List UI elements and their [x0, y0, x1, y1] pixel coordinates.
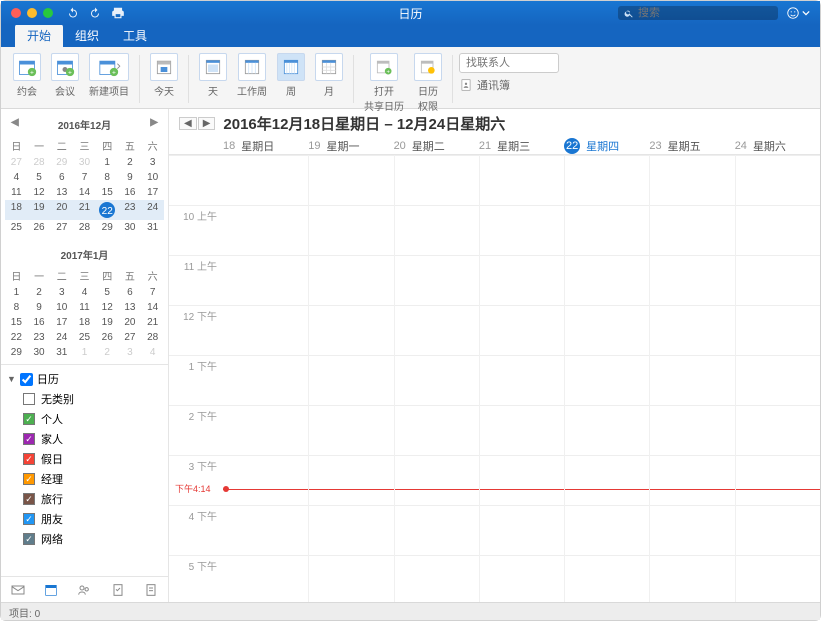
calendar-category[interactable]: ✓假日: [1, 449, 168, 469]
calendar-nav-icon[interactable]: [40, 580, 62, 600]
find-contact-input[interactable]: [459, 53, 559, 73]
workweek-view-button[interactable]: 工作周: [233, 51, 271, 100]
calendar-category[interactable]: ✓旅行: [1, 489, 168, 509]
date-range-title: 2016年12月18日星期日 – 12月24日星期六: [223, 113, 505, 134]
day-header[interactable]: 19星期一: [308, 138, 393, 154]
mini-calendar-1[interactable]: ◀ 2016年12月 ▶ 日一二三四五六27282930123456789101…: [1, 109, 168, 239]
day-header[interactable]: 24星期六: [735, 138, 820, 154]
calendar-category[interactable]: ✓网络: [1, 529, 168, 549]
search-box[interactable]: [618, 6, 778, 20]
permissions-button[interactable]: 日历 权限: [410, 51, 446, 115]
new-item-button[interactable]: + 新建项目: [85, 51, 133, 100]
calendar-root[interactable]: ▼ 日历: [1, 369, 168, 389]
next-month-icon[interactable]: ▶: [150, 117, 158, 128]
today-button[interactable]: 今天: [146, 51, 182, 100]
month-view-button[interactable]: 月: [311, 51, 347, 100]
search-input[interactable]: [638, 7, 772, 19]
chevron-down-icon: ▼: [7, 374, 16, 384]
status-bar: 项目: 0: [1, 602, 820, 620]
calendar-content: ◀ ▶ 2016年12月18日星期日 – 12月24日星期六 18星期日19星期…: [169, 109, 820, 602]
nav-switcher: [1, 576, 168, 602]
tasks-nav-icon[interactable]: [107, 580, 129, 600]
title-bar: 日历: [1, 1, 820, 25]
sidebar: ◀ 2016年12月 ▶ 日一二三四五六27282930123456789101…: [1, 109, 169, 602]
redo-icon[interactable]: [89, 7, 101, 19]
day-header[interactable]: 21星期三: [479, 138, 564, 154]
smiley-icon: [786, 6, 800, 20]
calendar-folders: ▼ 日历 ✓无类别✓个人✓家人✓假日✓经理✓旅行✓朋友✓网络: [1, 364, 168, 576]
week-nav: ◀ ▶: [179, 117, 215, 130]
tab-home[interactable]: 开始: [15, 24, 63, 47]
calendar-category[interactable]: ✓朋友: [1, 509, 168, 529]
day-header[interactable]: 23星期五: [649, 138, 734, 154]
calendar-category[interactable]: ✓个人: [1, 409, 168, 429]
chevron-down-icon: [802, 9, 810, 17]
ribbon: + 约会 + 会议 + 新建项目 今天 天 工作周 周 月 + 打开 共享日历 …: [1, 47, 820, 109]
print-icon[interactable]: [111, 6, 125, 20]
svg-text:+: +: [112, 70, 116, 77]
undo-icon[interactable]: [67, 7, 79, 19]
window-controls: [1, 8, 53, 18]
svg-text:+: +: [386, 70, 390, 76]
day-header[interactable]: 20星期二: [394, 138, 479, 154]
day-header[interactable]: 18星期日: [223, 138, 308, 154]
svg-text:+: +: [68, 70, 72, 77]
calendar-category[interactable]: ✓无类别: [1, 389, 168, 409]
tab-organize[interactable]: 组织: [63, 24, 111, 47]
prev-month-icon[interactable]: ◀: [11, 117, 19, 128]
minimize-icon[interactable]: [27, 8, 37, 18]
calendar-category[interactable]: ✓家人: [1, 429, 168, 449]
people-nav-icon[interactable]: [73, 580, 95, 600]
meeting-button[interactable]: + 会议: [47, 51, 83, 100]
zoom-icon[interactable]: [43, 8, 53, 18]
help-button[interactable]: [786, 6, 810, 20]
svg-text:+: +: [30, 70, 34, 77]
close-icon[interactable]: [11, 8, 21, 18]
window-title: 日历: [398, 5, 422, 22]
addressbook-icon: [459, 78, 473, 92]
open-shared-button[interactable]: + 打开 共享日历: [360, 51, 408, 115]
appointment-button[interactable]: + 约会: [9, 51, 45, 100]
mini-calendar-2[interactable]: 2017年1月 日一二三四五六1234567891011121314151617…: [1, 239, 168, 364]
search-icon: [624, 8, 634, 19]
prev-week-button[interactable]: ◀: [179, 117, 197, 130]
calendar-category[interactable]: ✓经理: [1, 469, 168, 489]
addressbook-button[interactable]: 通讯簿: [459, 77, 559, 93]
day-view-button[interactable]: 天: [195, 51, 231, 100]
week-view-button[interactable]: 周: [273, 51, 309, 100]
tab-tools[interactable]: 工具: [111, 24, 159, 47]
time-grid[interactable]: 10 上午11 上午12 下午1 下午2 下午3 下午4 下午5 下午 下午4:…: [169, 155, 820, 602]
ribbon-tabs: 开始 组织 工具: [1, 25, 820, 47]
mail-nav-icon[interactable]: [7, 580, 29, 600]
day-header[interactable]: 22星期四: [564, 138, 649, 154]
next-week-button[interactable]: ▶: [198, 117, 216, 130]
current-time-line: 下午4:14: [223, 489, 820, 490]
notes-nav-icon[interactable]: [140, 580, 162, 600]
